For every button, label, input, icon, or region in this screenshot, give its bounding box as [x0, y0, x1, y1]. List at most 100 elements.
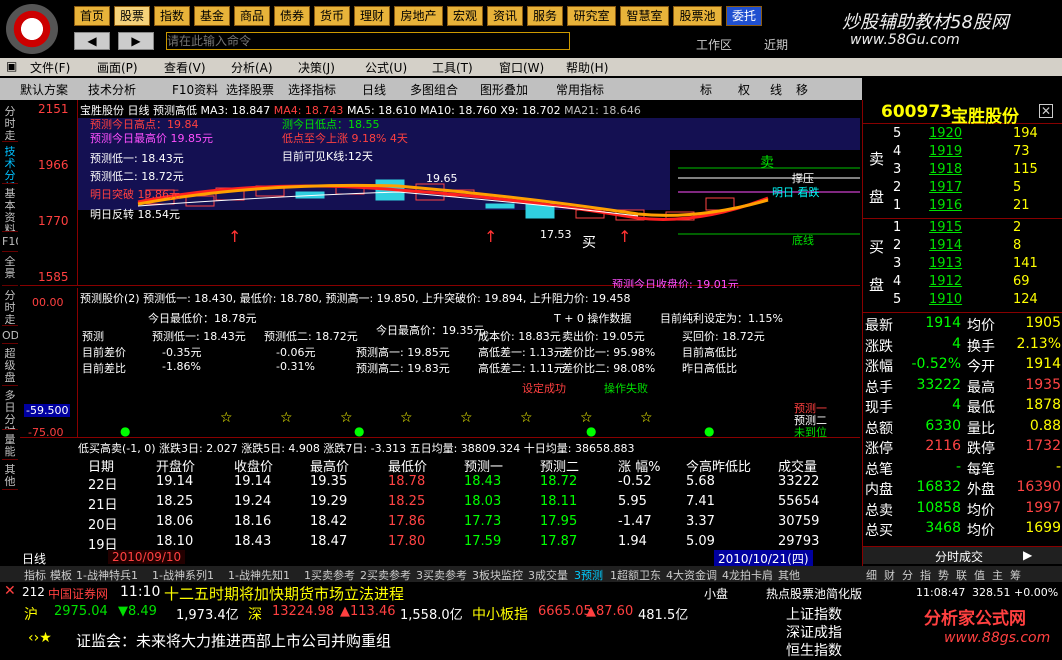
left-tab[interactable]: 超级盘口	[2, 348, 18, 386]
recent-menu[interactable]: 近期	[764, 36, 788, 53]
right-tab[interactable]: 主	[992, 567, 1003, 583]
right-tab[interactable]: 分	[902, 567, 913, 583]
ticker-arrows-icon[interactable]: ‹›★	[28, 630, 52, 646]
command-input[interactable]	[166, 32, 570, 50]
formula-tab[interactable]: 1-战神特兵1	[76, 567, 138, 583]
menu-item[interactable]: 画面(P)	[97, 59, 138, 76]
nav-button[interactable]: 基金	[194, 6, 230, 26]
menu-item[interactable]: 工具(T)	[432, 59, 473, 76]
formula-tab[interactable]: 2买卖参考	[360, 567, 411, 583]
left-tab[interactable]: 基本资料	[2, 188, 18, 232]
nav-button[interactable]: 资讯	[487, 6, 523, 26]
ob-price[interactable]: 1910	[929, 292, 962, 307]
menu-item[interactable]: 文件(F)	[30, 59, 70, 76]
tick-button[interactable]: 分时成交 ▶	[863, 546, 1062, 564]
nav-button[interactable]: 宏观	[447, 6, 483, 26]
period-label[interactable]: 日线	[22, 550, 46, 567]
right-tab[interactable]: 势	[938, 567, 949, 583]
nav-button[interactable]: 研究室	[567, 6, 616, 26]
nav-button[interactable]: 智慧室	[620, 6, 669, 26]
nav-button[interactable]: 指数	[154, 6, 190, 26]
nav-button[interactable]: 债券	[274, 6, 310, 26]
toolbar-button[interactable]: 常用指标	[556, 81, 604, 98]
toolbar-button[interactable]: F10资料	[172, 81, 218, 98]
toolbar-button[interactable]: 日线	[362, 81, 386, 98]
close-quote-icon[interactable]: ✕	[1039, 104, 1053, 118]
back-button[interactable]: ◀	[74, 32, 110, 50]
menu-item[interactable]: 窗口(W)	[499, 59, 544, 76]
formula-tab[interactable]: 1买卖参考	[304, 567, 355, 583]
nav-button[interactable]: 首页	[74, 6, 110, 26]
left-tab[interactable]: 全景	[2, 256, 18, 286]
toolbar-button[interactable]: 移	[796, 81, 808, 98]
ob-price[interactable]: 1918	[929, 162, 962, 177]
ticker-text[interactable]: 证监会：未来将大力推进西部上市公司并购重组	[76, 630, 391, 651]
formula-tab[interactable]: 指标	[24, 567, 46, 583]
left-tab[interactable]: F10	[2, 236, 18, 252]
ob-price[interactable]: 1917	[929, 180, 962, 195]
formula-tab[interactable]: 3预测	[574, 567, 603, 583]
formula-tab[interactable]: 4大资金调	[666, 567, 717, 583]
table-row[interactable]: 20日 18.06 18.16 18.42 17.86 17.73 17.95 -1.47 3.…	[78, 514, 858, 534]
workarea-menu[interactable]: 工作区	[696, 36, 732, 53]
left-tab[interactable]: 其他	[2, 464, 18, 490]
close-icon[interactable]: ✕	[4, 583, 16, 599]
menu-item[interactable]: 分析(A)	[231, 59, 273, 76]
left-tab[interactable]: 量能	[2, 434, 18, 460]
toolbar-button[interactable]: 标	[700, 81, 712, 98]
formula-tab[interactable]: 模板	[50, 567, 72, 583]
left-tab[interactable]: ODD	[2, 330, 18, 344]
right-tab[interactable]: 细	[866, 567, 877, 583]
toolbar-button[interactable]: 选择指标	[288, 81, 336, 98]
index-button[interactable]: 深证成指	[786, 622, 842, 642]
formula-tab[interactable]: 1超额卫东	[610, 567, 661, 583]
formula-tab[interactable]: 4龙拍卡肩	[722, 567, 773, 583]
menu-item[interactable]: 帮助(H)	[566, 59, 608, 76]
left-tab[interactable]: 技术分析	[2, 146, 18, 184]
toolbar-button[interactable]: 图形叠加	[480, 81, 528, 98]
left-tab[interactable]: 分时走势	[2, 106, 18, 142]
menu-item[interactable]: 决策(J)	[298, 59, 335, 76]
formula-tab[interactable]: 3成交量	[528, 567, 568, 583]
toolbar-button[interactable]: 多图组合	[410, 81, 458, 98]
right-tab[interactable]: 值	[974, 567, 985, 583]
nav-button[interactable]: 股票池	[673, 6, 722, 26]
forward-button[interactable]: ▶	[118, 32, 154, 50]
nav-button[interactable]: 理财	[354, 6, 390, 26]
nav-button[interactable]: 商品	[234, 6, 270, 26]
right-tab[interactable]: 筹	[1010, 567, 1021, 583]
table-row[interactable]: 21日 18.25 19.24 19.29 18.25 18.03 18.11 5.95 7.4…	[78, 494, 858, 514]
menu-item[interactable]: 查看(V)	[164, 59, 206, 76]
right-tab[interactable]: 联	[956, 567, 967, 583]
nav-button[interactable]: 服务	[527, 6, 563, 26]
toolbar-button[interactable]: 默认方案	[20, 81, 68, 98]
ob-price[interactable]: 1913	[929, 256, 962, 271]
formula-tab[interactable]: 1-战神先知1	[228, 567, 290, 583]
right-tab[interactable]: 财	[884, 567, 895, 583]
table-row[interactable]: 22日 19.14 19.14 19.35 18.78 18.43 18.72 -0.52 5.…	[78, 474, 858, 494]
ob-price[interactable]: 1920	[929, 126, 962, 141]
left-tab[interactable]: 分时走势	[2, 290, 18, 326]
formula-tab[interactable]: 3板块监控	[472, 567, 523, 583]
left-tab[interactable]: 多日分时	[2, 390, 18, 430]
index-button[interactable]: 恒生指数	[786, 640, 842, 660]
ob-price[interactable]: 1915	[929, 220, 962, 235]
ob-price[interactable]: 1916	[929, 198, 962, 213]
app-logo[interactable]	[6, 4, 58, 54]
nav-button[interactable]: 委托	[726, 6, 762, 26]
formula-tab[interactable]: 其他	[778, 567, 800, 583]
ob-price[interactable]: 1914	[929, 238, 962, 253]
index-button[interactable]: 上证指数	[786, 604, 842, 624]
news-headline[interactable]: 十二五时期将加快期货市场立法进程	[164, 583, 404, 604]
nav-button[interactable]: 房地产	[394, 6, 443, 26]
nav-button[interactable]: 股票	[114, 6, 150, 26]
formula-tab[interactable]: 3买卖参考	[416, 567, 467, 583]
toolbar-button[interactable]: 线	[770, 81, 782, 98]
ob-price[interactable]: 1912	[929, 274, 962, 289]
formula-tab[interactable]: 1-战神系列1	[152, 567, 214, 583]
right-tab[interactable]: 指	[920, 567, 931, 583]
toolbar-button[interactable]: 权	[738, 81, 750, 98]
toolbar-button[interactable]: 技术分析	[88, 81, 136, 98]
menu-item[interactable]: 公式(U)	[365, 59, 407, 76]
ob-price[interactable]: 1919	[929, 144, 962, 159]
